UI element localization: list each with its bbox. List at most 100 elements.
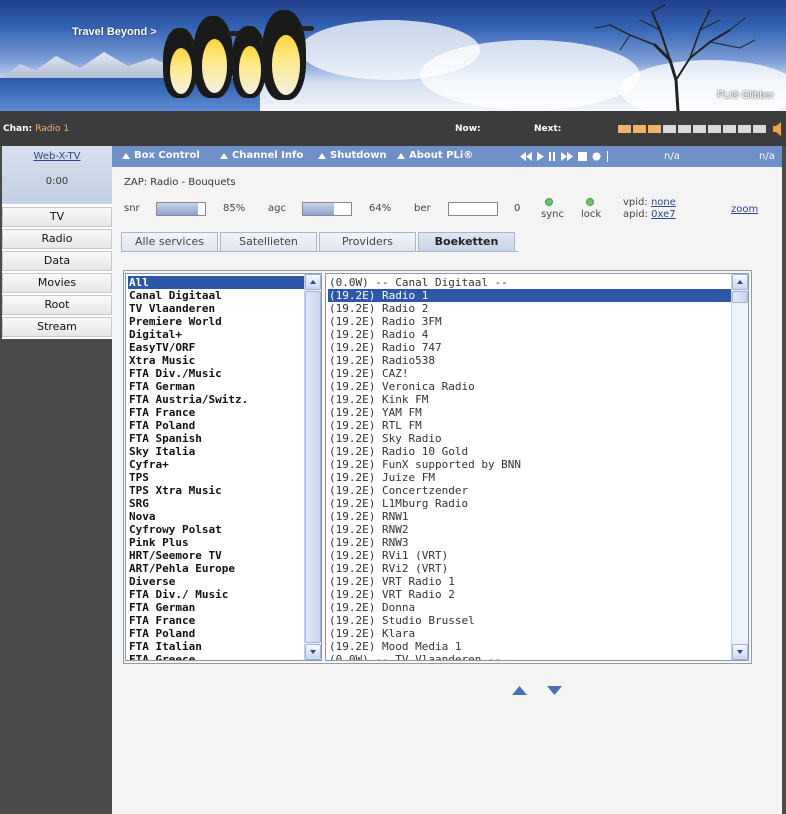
- volume-segment[interactable]: [693, 125, 706, 133]
- service-item[interactable]: (0.0W) -- Canal Digitaal --: [328, 276, 731, 289]
- service-item[interactable]: (19.2E) VRT Radio 1: [328, 575, 731, 588]
- service-item[interactable]: (19.2E) Radio 10 Gold: [328, 445, 731, 458]
- nav-shutdown[interactable]: Shutdown: [318, 150, 387, 161]
- tab-boeketten[interactable]: Boeketten: [418, 232, 515, 251]
- bouquet-item[interactable]: TPS: [128, 471, 304, 484]
- tab-satellieten[interactable]: Satellieten: [220, 232, 317, 251]
- bouquet-item[interactable]: TPS Xtra Music: [128, 484, 304, 497]
- service-item[interactable]: (19.2E) Radio 4: [328, 328, 731, 341]
- volume-segment[interactable]: [648, 125, 661, 133]
- bouquet-item[interactable]: Nova: [128, 510, 304, 523]
- service-item[interactable]: (0.0W) -- TV Vlaanderen --: [328, 653, 731, 660]
- service-item[interactable]: (19.2E) Studio Brussel: [328, 614, 731, 627]
- service-item[interactable]: (19.2E) RVi2 (VRT): [328, 562, 731, 575]
- service-list[interactable]: (0.0W) -- Canal Digitaal -- (19.2E) Radio…: [325, 273, 749, 661]
- bouquet-item[interactable]: Cyfra+: [128, 458, 304, 471]
- service-item[interactable]: (19.2E) Radio 747: [328, 341, 731, 354]
- scroll-up-icon[interactable]: [305, 274, 321, 290]
- volume-segment[interactable]: [618, 125, 631, 133]
- nav-box-control[interactable]: Box Control: [122, 150, 200, 161]
- volume-segment[interactable]: [723, 125, 736, 133]
- service-item[interactable]: (19.2E) Kink FM: [328, 393, 731, 406]
- bouquet-item[interactable]: TV Vlaanderen: [128, 302, 304, 315]
- play-icon[interactable]: [537, 152, 544, 161]
- bouquet-item[interactable]: FTA Div./ Music: [128, 588, 304, 601]
- bouquet-item[interactable]: Cyfrowy Polsat: [128, 523, 304, 536]
- service-item[interactable]: (19.2E) RVi1 (VRT): [328, 549, 731, 562]
- service-item[interactable]: (19.2E) CAZ!: [328, 367, 731, 380]
- move-up-icon[interactable]: [512, 686, 527, 695]
- bouquet-item[interactable]: All: [128, 276, 304, 289]
- bouquet-item[interactable]: Pink Plus: [128, 536, 304, 549]
- tab-providers[interactable]: Providers: [319, 232, 416, 251]
- bouquet-item[interactable]: FTA Div./Music: [128, 367, 304, 380]
- scroll-down-icon[interactable]: [305, 644, 321, 660]
- sidebar-button-stream[interactable]: Stream: [2, 317, 112, 337]
- bouquet-item[interactable]: EasyTV/ORF: [128, 341, 304, 354]
- web-x-tv-link[interactable]: Web-X-TV: [2, 151, 112, 162]
- zoom-link[interactable]: zoom: [731, 204, 758, 215]
- fast-forward-icon[interactable]: [561, 152, 573, 161]
- bouquet-scrollbar[interactable]: [304, 274, 321, 660]
- volume-segment[interactable]: [663, 125, 676, 133]
- bouquet-item[interactable]: FTA Poland: [128, 627, 304, 640]
- sidebar-button-root[interactable]: Root: [2, 295, 112, 315]
- sidebar-button-movies[interactable]: Movies: [2, 273, 112, 293]
- apid-link[interactable]: 0xe7: [651, 209, 676, 220]
- service-item[interactable]: (19.2E) Radio538: [328, 354, 731, 367]
- scroll-thumb[interactable]: [732, 291, 748, 303]
- service-item[interactable]: (19.2E) Radio 1: [328, 289, 731, 302]
- service-item[interactable]: (19.2E) VRT Radio 2: [328, 588, 731, 601]
- bouquet-item[interactable]: FTA Greece: [128, 653, 304, 660]
- bouquet-item[interactable]: Premiere World: [128, 315, 304, 328]
- bouquet-item[interactable]: FTA Poland: [128, 419, 304, 432]
- bouquet-item[interactable]: ART/Pehla Europe: [128, 562, 304, 575]
- bouquet-item[interactable]: Sky Italia: [128, 445, 304, 458]
- volume-segment[interactable]: [633, 125, 646, 133]
- service-item[interactable]: (19.2E) FunX supported by BNN: [328, 458, 731, 471]
- service-item[interactable]: (19.2E) Klara: [328, 627, 731, 640]
- bouquet-item[interactable]: FTA Italian: [128, 640, 304, 653]
- service-item[interactable]: (19.2E) Sky Radio: [328, 432, 731, 445]
- service-item[interactable]: (19.2E) RNW3: [328, 536, 731, 549]
- volume-segment[interactable]: [753, 125, 766, 133]
- volume-segment[interactable]: [708, 125, 721, 133]
- bouquet-item[interactable]: Digital+: [128, 328, 304, 341]
- scroll-up-icon[interactable]: [732, 274, 748, 290]
- bouquet-item[interactable]: SRG: [128, 497, 304, 510]
- pause-icon[interactable]: [549, 152, 556, 161]
- service-item[interactable]: (19.2E) Juize FM: [328, 471, 731, 484]
- service-item[interactable]: (19.2E) Radio 2: [328, 302, 731, 315]
- move-down-icon[interactable]: [547, 686, 562, 695]
- service-item[interactable]: (19.2E) Mood Media 1: [328, 640, 731, 653]
- service-item[interactable]: (19.2E) Donna: [328, 601, 731, 614]
- bouquet-item[interactable]: FTA Austria/Switz.: [128, 393, 304, 406]
- tab-alle-services[interactable]: Alle services: [121, 232, 218, 251]
- vpid-link[interactable]: none: [651, 197, 676, 208]
- service-item[interactable]: (19.2E) RTL FM: [328, 419, 731, 432]
- bouquet-item[interactable]: FTA German: [128, 601, 304, 614]
- bouquet-item[interactable]: Diverse: [128, 575, 304, 588]
- bouquet-item[interactable]: Canal Digitaal: [128, 289, 304, 302]
- bouquet-item[interactable]: FTA Spanish: [128, 432, 304, 445]
- bouquet-list[interactable]: All Canal Digitaal TV Vlaanderen Premiere W…: [125, 273, 322, 661]
- sidebar-button-radio[interactable]: Radio: [2, 229, 112, 249]
- speaker-icon[interactable]: [773, 122, 781, 136]
- service-item[interactable]: (19.2E) Concertzender: [328, 484, 731, 497]
- nav-about[interactable]: About PLi®: [397, 150, 473, 161]
- scroll-down-icon[interactable]: [732, 644, 748, 660]
- bouquet-item[interactable]: FTA France: [128, 406, 304, 419]
- bouquet-item[interactable]: Xtra Music: [128, 354, 304, 367]
- service-item[interactable]: (19.2E) RNW2: [328, 523, 731, 536]
- rewind-icon[interactable]: [520, 152, 532, 161]
- sidebar-button-data[interactable]: Data: [2, 251, 112, 271]
- bouquet-item[interactable]: FTA France: [128, 614, 304, 627]
- scroll-thumb[interactable]: [305, 291, 321, 643]
- volume-segment[interactable]: [738, 125, 751, 133]
- service-scrollbar[interactable]: [731, 274, 748, 660]
- record-icon[interactable]: [592, 152, 601, 161]
- stop-icon[interactable]: [578, 152, 587, 161]
- service-item[interactable]: (19.2E) Veronica Radio: [328, 380, 731, 393]
- bouquet-item[interactable]: FTA German: [128, 380, 304, 393]
- service-item[interactable]: (19.2E) RNW1: [328, 510, 731, 523]
